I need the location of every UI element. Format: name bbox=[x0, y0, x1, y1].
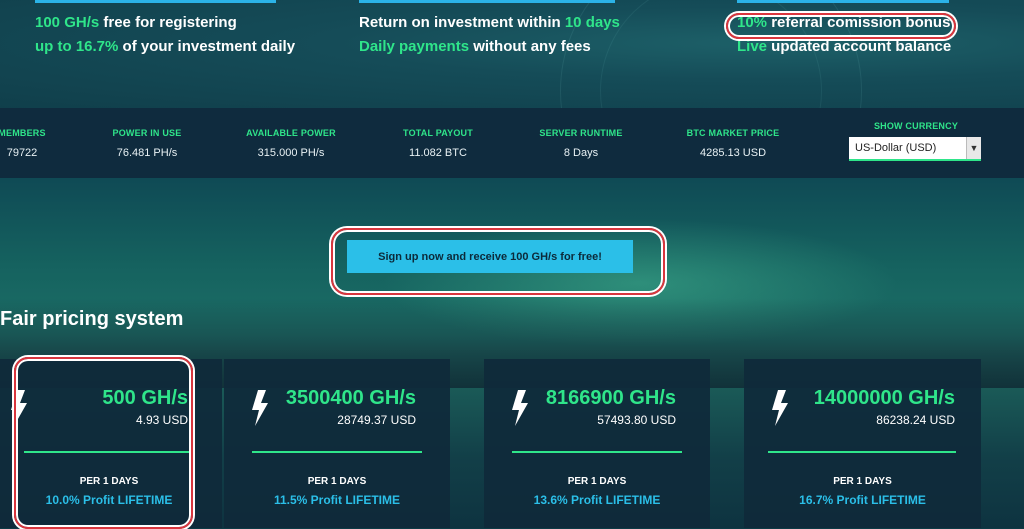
tab-indicator bbox=[737, 0, 949, 3]
divider bbox=[252, 451, 422, 453]
currency-label: SHOW CURRENCY bbox=[873, 121, 959, 131]
chevron-down-icon[interactable]: ▼ bbox=[966, 137, 981, 159]
feature-roi: Return on investment within 10 days Dail… bbox=[359, 14, 620, 55]
currency-select[interactable]: US-Dollar (USD) ▼ bbox=[849, 137, 981, 161]
plan-card[interactable]: 14000000 GH/s 86238.24 USD PER 1 DAYS 16… bbox=[744, 359, 981, 528]
tab-indicator bbox=[359, 0, 615, 3]
plan-card[interactable]: 3500400 GH/s 28749.37 USD PER 1 DAYS 11.… bbox=[224, 359, 450, 528]
stat-btc-price: BTC MARKET PRICE 4285.13 USD bbox=[686, 128, 780, 159]
annotation-highlight bbox=[726, 13, 956, 39]
stat-power-in-use: POWER IN USE 76.481 PH/s bbox=[112, 128, 182, 159]
stat-available-power: AVAILABLE POWER 315.000 PH/s bbox=[246, 128, 336, 159]
tab-indicator bbox=[35, 0, 276, 3]
page-title: Fair pricing system bbox=[0, 308, 184, 330]
stat-server-runtime: SERVER RUNTIME 8 Days bbox=[539, 128, 623, 159]
divider bbox=[512, 451, 682, 453]
lightning-bolt-icon bbox=[772, 390, 788, 426]
annotation-highlight bbox=[14, 357, 193, 529]
stat-total-payout: TOTAL PAYOUT 11.082 BTC bbox=[403, 128, 473, 159]
plan-card[interactable]: 8166900 GH/s 57493.80 USD PER 1 DAYS 13.… bbox=[484, 359, 710, 528]
feature-free-power: 100 GH/s free for registering up to 16.7… bbox=[35, 14, 296, 55]
lightning-bolt-icon bbox=[252, 390, 268, 426]
lightning-bolt-icon bbox=[512, 390, 528, 426]
divider bbox=[768, 451, 956, 453]
signup-button[interactable]: Sign up now and receive 100 GH/s for fre… bbox=[347, 240, 633, 273]
